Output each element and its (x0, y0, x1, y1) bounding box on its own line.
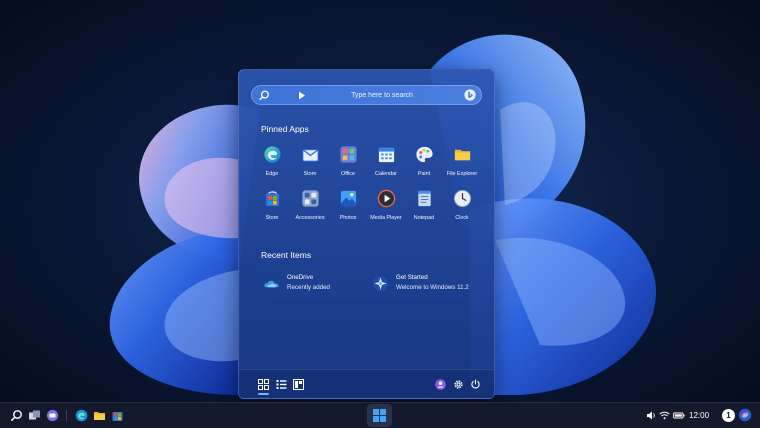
edge-icon[interactable] (75, 409, 88, 422)
app-label: Office (341, 171, 355, 177)
app-label: File Explorer (446, 171, 478, 177)
file-explorer-icon[interactable] (93, 409, 106, 422)
app-label: Accessories (295, 215, 325, 221)
pinned-app-store[interactable]: Store (291, 145, 329, 185)
recent-items-title: Recent Items (261, 250, 312, 260)
app-label: Store (265, 215, 279, 221)
pinned-app-store-2[interactable]: Store (253, 189, 291, 229)
pinned-app-notepad[interactable]: Notepad (405, 189, 443, 229)
app-label: Edge (265, 171, 279, 177)
recent-item-onedrive[interactable]: OneDrive Recently added (263, 271, 363, 297)
taskbar-separator (66, 410, 67, 421)
accessories-icon (301, 190, 319, 207)
user-avatar-icon[interactable] (435, 379, 446, 390)
app-label: Paint (417, 171, 431, 177)
edge-icon (263, 146, 281, 163)
onedrive-icon (264, 280, 279, 288)
list-view-icon[interactable] (276, 379, 287, 390)
play-icon (299, 91, 305, 100)
pinned-app-file-explorer[interactable]: File Explorer (443, 145, 481, 185)
app-label: Media Player (370, 215, 402, 221)
app-label: Store (303, 171, 317, 177)
store-icon (301, 149, 319, 162)
chat-icon[interactable] (46, 409, 59, 422)
pinned-app-clock[interactable]: Clock (443, 189, 481, 229)
pinned-app-office[interactable]: Office (329, 145, 367, 185)
search-icon (259, 90, 269, 101)
pinned-app-edge[interactable]: Edge (253, 145, 291, 185)
settings-gear-icon[interactable] (453, 379, 464, 390)
paint-icon (415, 146, 433, 163)
calendar-icon (378, 147, 394, 163)
volume-icon[interactable] (646, 410, 657, 421)
pinned-app-paint[interactable]: Paint (405, 145, 443, 185)
active-view-indicator (258, 393, 269, 395)
office-icon (339, 146, 357, 163)
copilot-icon[interactable] (738, 408, 752, 422)
start-menu-footer (239, 369, 494, 398)
recent-item-get-started[interactable]: Get Started Welcome to Windows 11.2 (372, 271, 482, 297)
media-player-icon (377, 189, 395, 208)
start-menu: Pinned Apps Edge Store (238, 69, 495, 399)
pinned-apps-title: Pinned Apps (261, 124, 309, 134)
folder-icon (454, 149, 470, 161)
get-started-icon (372, 275, 389, 292)
pinned-app-calendar[interactable]: Calendar (367, 145, 405, 185)
pinned-app-photos[interactable]: Photos (329, 189, 367, 229)
taskbar: 12:00 1 (0, 402, 760, 428)
photos-icon (340, 190, 356, 207)
grid-view-icon[interactable] (258, 379, 269, 390)
recent-item-subtitle: Recently added (287, 284, 330, 291)
app-label: Photos (339, 215, 357, 221)
recent-item-subtitle: Welcome to Windows 11.2 (396, 284, 469, 291)
notepad-icon (417, 190, 431, 207)
app-label: Clock (455, 215, 469, 221)
app-label: Calendar (375, 171, 397, 177)
bing-icon[interactable] (464, 89, 476, 101)
taskbar-clock[interactable]: 12:00 (689, 411, 709, 420)
pinned-app-accessories[interactable]: Accessories (291, 189, 329, 229)
pinned-app-media-player[interactable]: Media Player (367, 189, 405, 229)
notification-badge[interactable]: 1 (722, 409, 735, 422)
windows-logo-icon (373, 409, 386, 422)
store-icon (265, 191, 279, 207)
task-view-icon[interactable] (28, 409, 41, 422)
app-label: Notepad (413, 215, 435, 221)
clock-icon (453, 189, 471, 208)
power-icon[interactable] (470, 379, 481, 390)
search-icon[interactable] (10, 409, 23, 422)
search-box[interactable] (251, 85, 482, 105)
start-button[interactable] (367, 404, 392, 427)
wifi-icon[interactable] (659, 410, 670, 421)
recent-item-name: Get Started (396, 274, 428, 281)
recent-item-name: OneDrive (287, 274, 314, 281)
store-icon[interactable] (111, 409, 124, 422)
tiles-view-icon[interactable] (293, 379, 304, 390)
search-input[interactable] (312, 88, 452, 103)
battery-icon[interactable] (673, 410, 685, 421)
